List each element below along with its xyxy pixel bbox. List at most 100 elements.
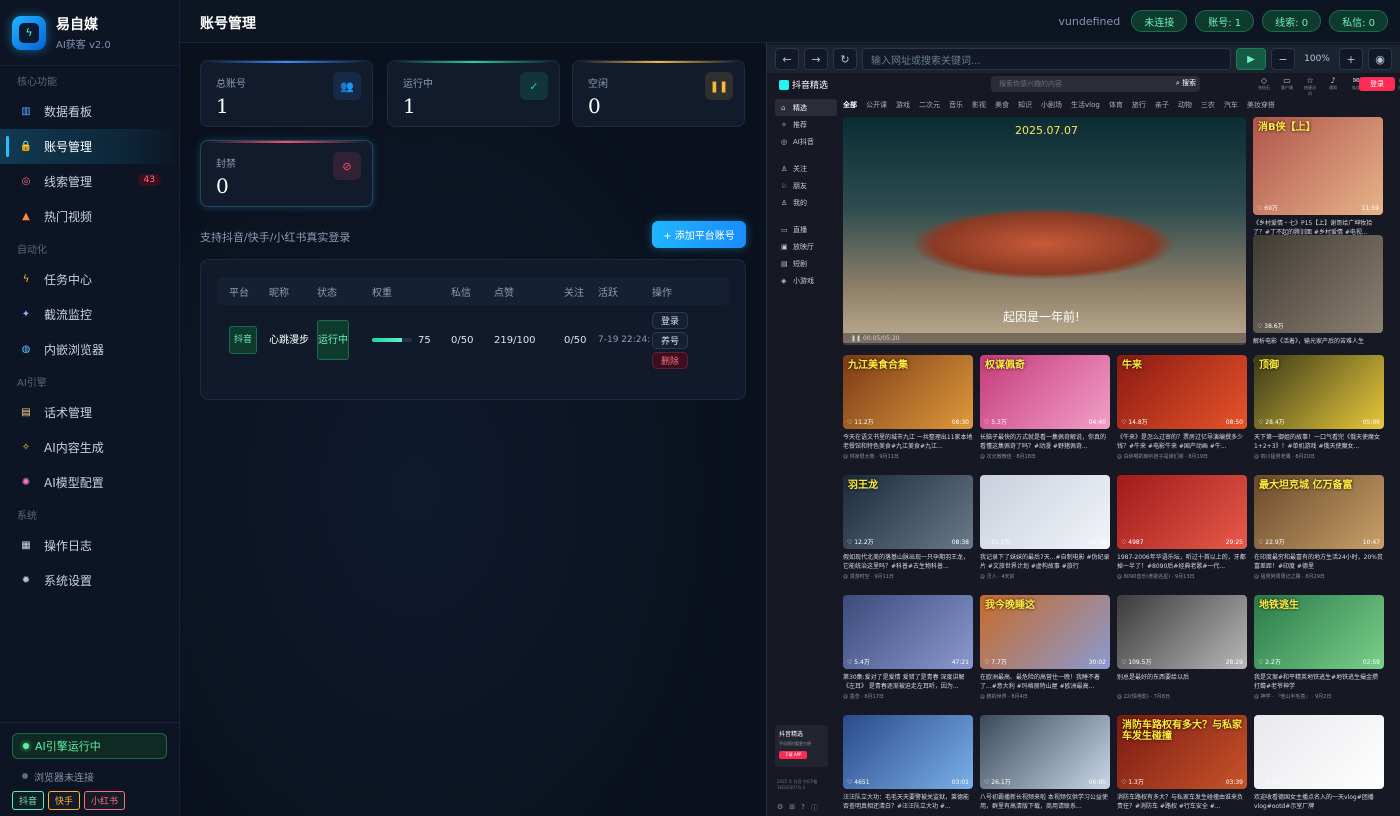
sidebar-item-satellite[interactable]: ✦ 截流监控	[0, 297, 179, 332]
sidebar-item-lock[interactable]: 🔒 账号管理	[0, 129, 179, 164]
douyin-top-icon[interactable]: ◇ 充钻石	[1257, 76, 1271, 97]
video-thumbnail[interactable]: 权谋佩奇 ♡ 5.3万 04:40	[980, 355, 1110, 429]
video-card[interactable]: ♡ 3.3万 03:27 欢迎收看德国女主播点名入的一天vlog#团播vlog#oo…	[1254, 715, 1384, 811]
info-icon[interactable]: ⓘ	[811, 803, 818, 813]
douyin-nav-item[interactable]: ▤ 短剧	[775, 255, 837, 272]
douyin-nav-item[interactable]: ♙ 我的	[775, 194, 837, 211]
douyin-category-tab[interactable]: 美妆穿搭	[1247, 100, 1275, 110]
video-card[interactable]: 牛来 ♡ 14.8万 08:50 《牛来》是怎么过审的？票房过亿导演编撰多少钱？#牛来…	[1117, 355, 1247, 460]
delete-button[interactable]: 删除	[652, 351, 688, 369]
douyin-category-tab[interactable]: 体育	[1109, 100, 1123, 110]
back-button[interactable]: ←	[775, 48, 799, 70]
douyin-category-tab[interactable]: 知识	[1018, 100, 1032, 110]
video-thumbnail[interactable]: 消B侠【上】 ♡ 69万 11:59	[1253, 117, 1383, 215]
douyin-top-icon[interactable]: ♪ 通知	[1326, 76, 1340, 97]
sidebar-item-globe[interactable]: ◍ 内嵌浏览器	[0, 332, 179, 367]
douyin-nav-item[interactable]: ▣ 放映厅	[775, 238, 837, 255]
douyin-nav-item[interactable]: ◈ 小游戏	[775, 272, 837, 289]
douyin-top-icon[interactable]: ≡设置	[1395, 76, 1400, 97]
video-card[interactable]: ♡ 51.2万 06:38 我记录下了妹妹的最后7天...#自制电影 #伪纪录片 #…	[980, 475, 1110, 580]
video-thumbnail[interactable]: 我今晚睡这 ♡ 7.7万 30:02	[980, 595, 1110, 669]
sidebar-item-gear[interactable]: ✹ 系统设置	[0, 563, 179, 598]
douyin-nav-item[interactable]: ▭ 直播	[775, 221, 837, 238]
douyin-search-input[interactable]: 搜索你感兴趣的内容 ⌕ 搜索	[991, 76, 1200, 92]
douyin-top-icon[interactable]: ☆ 快捷访问	[1303, 76, 1317, 97]
video-thumbnail[interactable]: 牛来 ♡ 14.8万 08:50	[1117, 355, 1247, 429]
douyin-category-tab[interactable]: 生活vlog	[1071, 100, 1100, 110]
sidebar-item-lightning[interactable]: ϟ 任务中心	[0, 262, 179, 297]
help-icon[interactable]: ?	[801, 803, 805, 813]
login-button[interactable]: 登录	[652, 311, 688, 329]
douyin-category-tab[interactable]: 动物	[1178, 100, 1192, 110]
video-thumbnail[interactable]: 顶御 ♡ 28.4万 05:09	[1254, 355, 1384, 429]
video-thumbnail[interactable]: 最大坦克城 亿万备富 ♡ 22.9万 10:47	[1254, 475, 1384, 549]
douyin-logo[interactable]: 抖音精选	[779, 78, 828, 91]
video-card[interactable]: 最大坦克城 亿万备富 ♡ 22.9万 10:47 在印度最穷和最富有的地方生活24小时…	[1254, 475, 1384, 580]
douyin-category-tab[interactable]: 旅行	[1132, 100, 1146, 110]
url-input[interactable]: 输入网址或搜索关键词...	[862, 48, 1231, 70]
douyin-category-tab[interactable]: 小剧场	[1041, 100, 1062, 110]
video-card[interactable]: 九江美食合集 ♡ 11.2万 08:30 今天在语文书里的城市九江 一共整理出11家本…	[843, 355, 973, 460]
forward-button[interactable]: →	[804, 48, 828, 70]
douyin-nav-item[interactable]: ♙ 关注	[775, 160, 837, 177]
douyin-login-button[interactable]: 登录	[1359, 77, 1395, 91]
douyin-category-tab[interactable]: 音乐	[949, 100, 963, 110]
video-thumbnail[interactable]: 地铁逃生 ♡ 2.2万 02:59	[1254, 595, 1384, 669]
video-card[interactable]: ♡ 4987 29:25 1987-2006年华语乐坛，听过十首以上的，牙都掉一半了…	[1117, 475, 1247, 580]
douyin-category-tab[interactable]: 公开课	[866, 100, 887, 110]
video-thumbnail[interactable]: ♡ 38.6万	[1253, 235, 1383, 333]
video-card[interactable]: ♡ 26.1万 06:00 八号初霸播新长视频来啦 本视频仅供学习公益使用，群里有高…	[980, 715, 1110, 811]
video-thumbnail[interactable]: ♡ 5.4万 47:21	[843, 595, 973, 669]
douyin-category-tab[interactable]: 汽车	[1224, 100, 1238, 110]
douyin-search-button[interactable]: ⌕ 搜索	[1176, 78, 1196, 88]
video-thumbnail[interactable]: 九江美食合集 ♡ 11.2万 08:30	[843, 355, 973, 429]
sidebar-item-document[interactable]: ▤ 话术管理	[0, 395, 179, 430]
sidebar-item-brain[interactable]: ✺ AI模型配置	[0, 465, 179, 500]
douyin-top-icon[interactable]: ▭ 客户端	[1280, 76, 1294, 97]
download-app-button[interactable]: 下载 APP	[779, 751, 807, 759]
refresh-button[interactable]: ↻	[833, 48, 857, 70]
video-card[interactable]: 我今晚睡这 ♡ 7.7万 30:02 在欧洲最高、最危险的高营住一晚！我睡不着了...…	[980, 595, 1110, 700]
douyin-category-tab[interactable]: 全部	[843, 100, 857, 110]
video-card[interactable]: ♡ 109.5万 28:29 别总是最好的东西要给以后 @ 22(情电影) · 7月8…	[1117, 595, 1247, 700]
hero-progress-bar[interactable]	[843, 343, 1246, 345]
video-thumbnail[interactable]: ♡ 3.3万 03:27	[1254, 715, 1384, 789]
douyin-category-tab[interactable]: 三农	[1201, 100, 1215, 110]
sidebar-item-sparkle[interactable]: ✧ AI内容生成	[0, 430, 179, 465]
video-card[interactable]: 羽王龙 ♡ 12.2万 08:38 假如现代北美的落基山脉出现一只孕期羽王龙，它能统治…	[843, 475, 973, 580]
video-card[interactable]: 消B侠【上】 ♡ 69万 11:59 《乡村爱情・七》P15【上】谢哥给广坤牧拾了？#…	[1253, 117, 1383, 246]
video-thumbnail[interactable]: ♡ 4987 29:25	[1117, 475, 1247, 549]
douyin-nav-item[interactable]: ♘ 朋友	[775, 177, 837, 194]
video-thumbnail[interactable]: 消防车路权有多大？与私家车发生碰撞 ♡ 1.3万 03:39	[1117, 715, 1247, 789]
zoom-in-button[interactable]: +	[1339, 48, 1363, 70]
settings-icon[interactable]: ⚙	[777, 803, 783, 813]
douyin-category-tab[interactable]: 影视	[972, 100, 986, 110]
add-platform-account-button[interactable]: + 添加平台账号	[652, 221, 746, 248]
video-thumbnail[interactable]: ♡ 51.2万 06:38	[980, 475, 1110, 549]
video-thumbnail[interactable]: ♡ 4651 03:01	[843, 715, 973, 789]
douyin-nav-item[interactable]: ⌂ 精选	[775, 99, 837, 116]
sidebar-item-clipboard[interactable]: ▦ 操作日志	[0, 528, 179, 563]
video-card[interactable]: 消防车路权有多大？与私家车发生碰撞 ♡ 1.3万 03:39 消防车路权有多大？与私家…	[1117, 715, 1247, 811]
video-card[interactable]: ♡ 4651 03:01 汪汪队立大功：毛毛天天要警被关监狱，莱德能否查明真相还清白…	[843, 715, 973, 811]
pause-icon[interactable]: ❚❚	[851, 335, 863, 342]
grid-icon[interactable]: ⊞	[789, 803, 795, 813]
video-thumbnail[interactable]: ♡ 109.5万 28:29	[1117, 595, 1247, 669]
video-card[interactable]: ♡ 5.4万 47:21 第30集:爱对了是爱情 爱错了是青春 深度讲解《左耳》 是…	[843, 595, 973, 700]
video-card[interactable]: 顶御 ♡ 28.4万 05:09 天下第一御姐的故事！一口气看完《俄天使魔女1+2+3…	[1254, 355, 1384, 460]
video-card[interactable]: 权谋佩奇 ♡ 5.3万 04:40 长脑子最快的方式就是看一集佩奇解说，你真的看懂这集…	[980, 355, 1110, 460]
video-card[interactable]: ♡ 38.6万解析电影《活着》，输光家产后的苦难人生@ 李牧电影 · 7月9日	[1253, 235, 1383, 364]
sidebar-item-fire[interactable]: ▲ 热门视频	[0, 199, 179, 234]
douyin-nav-item[interactable]: ◎ AI抖音	[775, 133, 837, 150]
video-card[interactable]: 地铁逃生 ♡ 2.2万 02:59 我是文案#和平精英地铁逃生#地铁逃生撮金攒打薅#老…	[1254, 595, 1384, 700]
hero-video-player[interactable]: 2025.07.07 起因是一年前! ❚❚ 00:05/05:20	[843, 117, 1246, 345]
douyin-category-tab[interactable]: 美食	[995, 100, 1009, 110]
video-thumbnail[interactable]: ♡ 26.1万 06:00	[980, 715, 1110, 789]
douyin-nav-item[interactable]: ✧ 推荐	[775, 116, 837, 133]
douyin-category-tab[interactable]: 亲子	[1155, 100, 1169, 110]
nurture-button[interactable]: 养号	[652, 331, 688, 349]
devtools-button[interactable]: ◉	[1368, 48, 1392, 70]
go-button[interactable]: ▶	[1236, 48, 1266, 70]
sidebar-item-target[interactable]: ◎ 线索管理 43	[0, 164, 179, 199]
video-thumbnail[interactable]: 羽王龙 ♡ 12.2万 08:38	[843, 475, 973, 549]
